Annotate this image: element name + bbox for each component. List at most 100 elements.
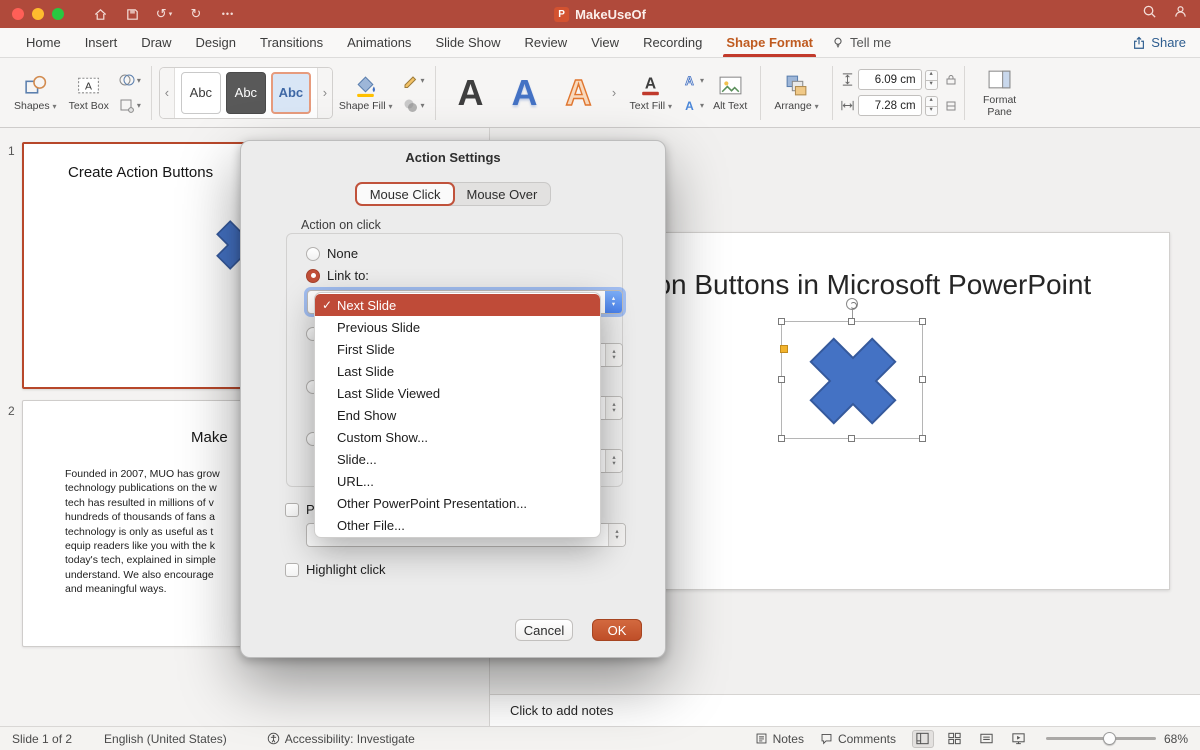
normal-view-button[interactable] bbox=[912, 730, 934, 748]
shape-width-input[interactable]: 7.28 cm bbox=[858, 95, 922, 116]
comments-toggle[interactable]: Comments bbox=[820, 732, 896, 746]
resize-handle-nw[interactable] bbox=[778, 318, 785, 325]
menu-item-other-presentation[interactable]: Other PowerPoint Presentation... bbox=[315, 492, 600, 514]
radio-link-to-circle[interactable] bbox=[306, 269, 320, 283]
play-sound-checkbox-box[interactable] bbox=[285, 503, 299, 517]
shape-style-swatch-2[interactable]: Abc bbox=[226, 72, 266, 114]
resize-handle-s[interactable] bbox=[848, 435, 855, 442]
text-effects-button[interactable]: A ▾ bbox=[681, 97, 704, 114]
tab-design[interactable]: Design bbox=[184, 28, 248, 57]
minimize-window-button[interactable] bbox=[32, 8, 44, 20]
resize-handle-ne[interactable] bbox=[919, 318, 926, 325]
shape-height-input[interactable]: 6.09 cm bbox=[858, 69, 922, 90]
slide-sorter-view-button[interactable] bbox=[944, 730, 966, 748]
radio-none-circle[interactable] bbox=[306, 247, 320, 261]
tab-shape-format[interactable]: Shape Format bbox=[714, 28, 825, 57]
wordart-style-3[interactable]: A bbox=[553, 67, 605, 119]
notes-toggle[interactable]: Notes bbox=[755, 732, 804, 746]
resize-handle-sw[interactable] bbox=[778, 435, 785, 442]
edit-shape-button[interactable]: ▾ bbox=[118, 97, 141, 114]
account-icon[interactable] bbox=[1173, 4, 1188, 24]
gallery-next-icon[interactable]: › bbox=[317, 68, 332, 118]
gallery-prev-icon[interactable]: ‹ bbox=[160, 68, 175, 118]
radio-link-to[interactable]: Link to: bbox=[306, 268, 369, 283]
tab-review[interactable]: Review bbox=[512, 28, 579, 57]
fullscreen-window-button[interactable] bbox=[52, 8, 64, 20]
x-shape[interactable] bbox=[805, 333, 901, 429]
home-icon[interactable] bbox=[88, 3, 112, 25]
save-icon[interactable] bbox=[120, 3, 144, 25]
text-box-button[interactable]: A Text Box bbox=[63, 70, 115, 116]
arrange-button[interactable]: Arrange ▾ bbox=[768, 70, 824, 116]
menu-item-last-slide-viewed[interactable]: Last Slide Viewed bbox=[315, 382, 600, 404]
tab-home[interactable]: Home bbox=[14, 28, 73, 57]
play-sound-checkbox[interactable]: Pl bbox=[285, 502, 318, 517]
rotate-handle[interactable] bbox=[846, 298, 858, 310]
tab-insert[interactable]: Insert bbox=[73, 28, 130, 57]
mouse-click-tab[interactable]: Mouse Click bbox=[355, 182, 456, 206]
language-indicator[interactable]: English (United States) bbox=[104, 732, 227, 746]
width-stepper[interactable]: ▴▾ bbox=[925, 96, 938, 116]
wordart-style-1[interactable]: A bbox=[445, 67, 497, 119]
shapes-button[interactable]: Shapes ▾ bbox=[8, 70, 63, 116]
text-fill-button[interactable]: A Text Fill ▾ bbox=[624, 70, 679, 116]
share-button[interactable]: Share bbox=[1132, 35, 1186, 50]
shape-fill-button[interactable]: Shape Fill ▾ bbox=[333, 70, 399, 116]
tab-draw[interactable]: Draw bbox=[129, 28, 183, 57]
menu-item-other-file[interactable]: Other File... bbox=[315, 514, 600, 536]
cancel-button[interactable]: Cancel bbox=[515, 619, 573, 641]
mouse-over-tab[interactable]: Mouse Over bbox=[450, 182, 551, 206]
tab-animations[interactable]: Animations bbox=[335, 28, 423, 57]
resize-handle-se[interactable] bbox=[919, 435, 926, 442]
alt-text-button[interactable]: Alt Text bbox=[707, 70, 753, 116]
shape-selection-box[interactable] bbox=[781, 321, 923, 439]
menu-item-first-slide[interactable]: First Slide bbox=[315, 338, 600, 360]
highlight-click-checkbox-box[interactable] bbox=[285, 563, 299, 577]
lock-aspect-icon[interactable] bbox=[945, 74, 957, 86]
radio-none[interactable]: None bbox=[306, 246, 358, 261]
menu-item-url[interactable]: URL... bbox=[315, 470, 600, 492]
search-icon[interactable] bbox=[1142, 4, 1157, 24]
tab-transitions[interactable]: Transitions bbox=[248, 28, 335, 57]
accessibility-status[interactable]: Accessibility: Investigate bbox=[267, 732, 415, 746]
merge-shapes-button[interactable]: ▾ bbox=[118, 72, 141, 89]
shape-outline-button[interactable]: ▾ bbox=[402, 72, 425, 89]
zoom-slider-thumb[interactable] bbox=[1103, 732, 1116, 745]
menu-item-last-slide[interactable]: Last Slide bbox=[315, 360, 600, 382]
size-options-icon[interactable] bbox=[945, 100, 957, 112]
resize-handle-e[interactable] bbox=[919, 376, 926, 383]
tab-recording[interactable]: Recording bbox=[631, 28, 714, 57]
notes-area[interactable]: Click to add notes bbox=[490, 694, 1200, 726]
redo-icon[interactable]: ↻ bbox=[184, 3, 208, 25]
menu-item-previous-slide[interactable]: Previous Slide bbox=[315, 316, 600, 338]
more-commands-icon[interactable]: ••• bbox=[216, 3, 240, 25]
slide-counter[interactable]: Slide 1 of 2 bbox=[12, 732, 72, 746]
ok-button[interactable]: OK bbox=[592, 619, 642, 641]
zoom-percentage[interactable]: 68% bbox=[1164, 732, 1188, 746]
highlight-click-checkbox[interactable]: Highlight click bbox=[285, 562, 385, 577]
resize-handle-n[interactable] bbox=[848, 318, 855, 325]
tell-me-button[interactable]: Tell me bbox=[831, 35, 891, 50]
zoom-slider[interactable] bbox=[1046, 737, 1156, 740]
format-pane-button[interactable]: Format Pane bbox=[972, 64, 1028, 121]
wordart-style-2[interactable]: A bbox=[499, 67, 551, 119]
shape-style-swatch-1[interactable]: Abc bbox=[181, 72, 221, 114]
menu-item-custom-show[interactable]: Custom Show... bbox=[315, 426, 600, 448]
text-outline-button[interactable]: A ▾ bbox=[681, 72, 704, 89]
shape-effects-button[interactable]: ▾ bbox=[402, 97, 425, 114]
adjust-handle[interactable] bbox=[780, 345, 788, 353]
shape-width-icon bbox=[840, 98, 855, 113]
undo-icon[interactable]: ↺▾ bbox=[152, 3, 176, 25]
menu-item-next-slide[interactable]: ✓Next Slide bbox=[315, 294, 600, 316]
shape-style-swatch-3-selected[interactable]: Abc bbox=[271, 72, 311, 114]
wordart-next-icon[interactable]: › bbox=[607, 68, 622, 118]
menu-item-end-show[interactable]: End Show bbox=[315, 404, 600, 426]
resize-handle-w[interactable] bbox=[778, 376, 785, 383]
tab-slide-show[interactable]: Slide Show bbox=[423, 28, 512, 57]
slideshow-view-button[interactable] bbox=[1008, 730, 1030, 748]
tab-view[interactable]: View bbox=[579, 28, 631, 57]
height-stepper[interactable]: ▴▾ bbox=[925, 70, 938, 90]
menu-item-slide[interactable]: Slide... bbox=[315, 448, 600, 470]
close-window-button[interactable] bbox=[12, 8, 24, 20]
reading-view-button[interactable] bbox=[976, 730, 998, 748]
